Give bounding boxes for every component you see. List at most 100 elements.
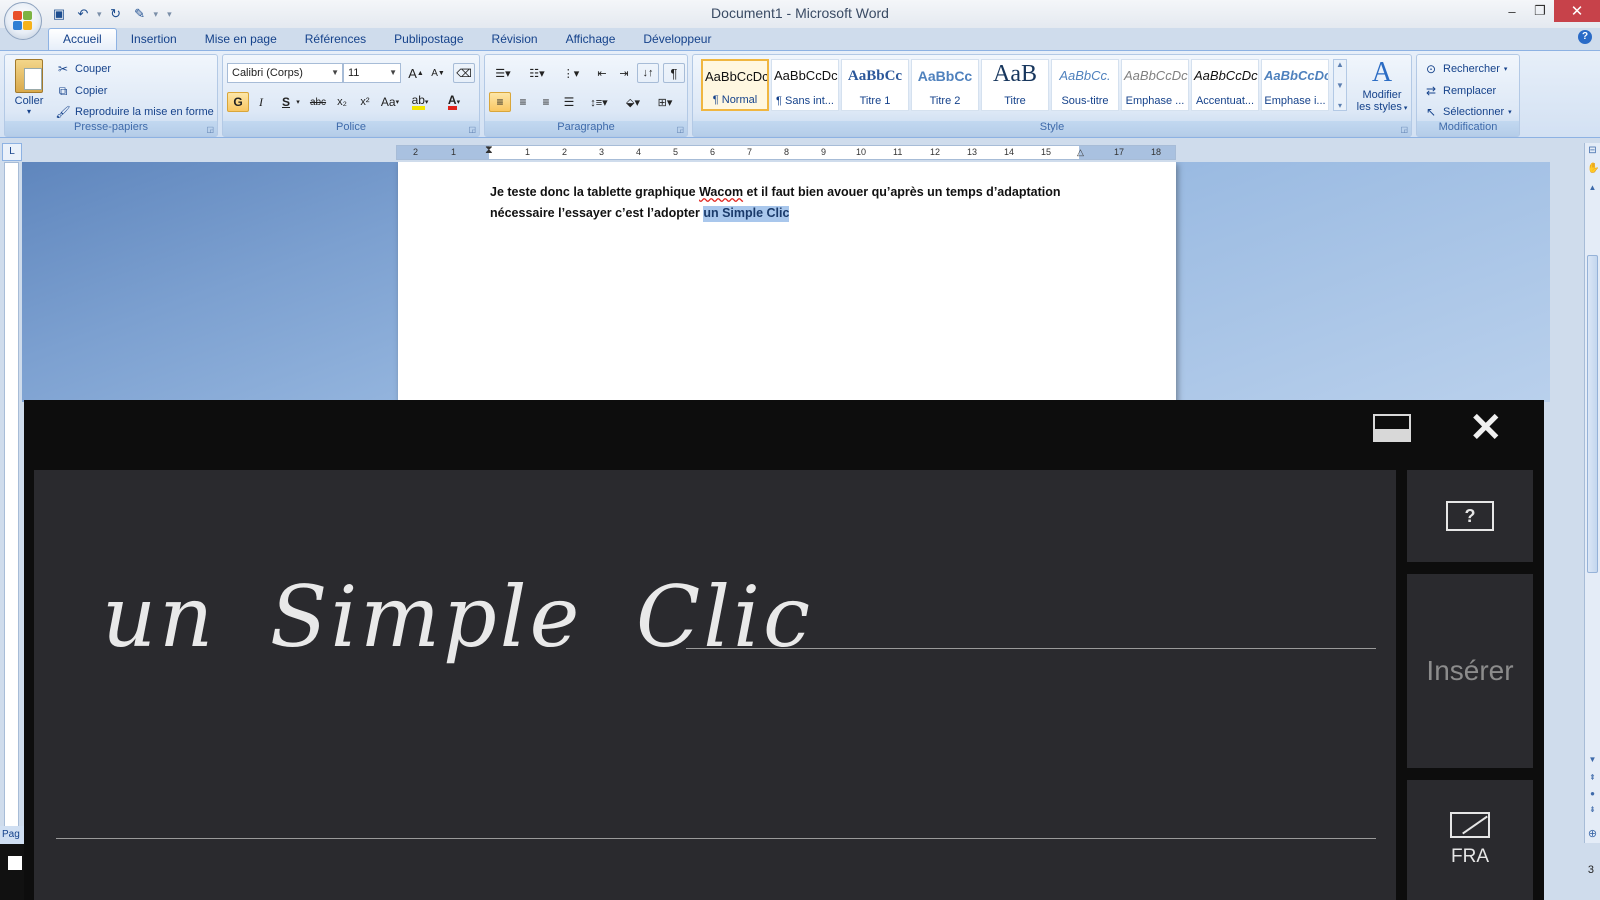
borders-icon[interactable]: ⊞▾ bbox=[651, 92, 679, 112]
scrollbar-thumb[interactable] bbox=[1587, 255, 1598, 573]
zoom-in-icon[interactable]: ⊕ bbox=[1587, 827, 1598, 840]
ruler-tick: 8 bbox=[784, 147, 790, 157]
numbering-icon[interactable]: ☷▾ bbox=[523, 63, 551, 83]
tab-mise-en-page[interactable]: Mise en page bbox=[191, 29, 291, 50]
copy-button[interactable]: ⧉ Copier bbox=[55, 83, 108, 99]
replace-button[interactable]: ⇄ Remplacer bbox=[1423, 83, 1496, 99]
change-styles-button[interactable]: A Modifier les styles ▾ bbox=[1353, 57, 1411, 113]
font-color-button[interactable]: A ▾ bbox=[443, 92, 465, 112]
help-button[interactable]: ? bbox=[1407, 470, 1533, 562]
style-subtitle[interactable]: AaBbCc. Sous-titre bbox=[1051, 59, 1119, 111]
line-spacing-icon[interactable]: ↕≡▾ bbox=[585, 92, 613, 112]
align-left-icon[interactable]: ≡ bbox=[489, 92, 511, 112]
sort-icon[interactable]: ↓↑ bbox=[637, 63, 659, 83]
paste-button[interactable]: Coller ▾ bbox=[9, 57, 49, 116]
close-icon[interactable]: ✕ bbox=[1469, 408, 1503, 448]
align-right-icon[interactable]: ≡ bbox=[535, 92, 557, 112]
align-center-icon[interactable]: ≡ bbox=[512, 92, 534, 112]
selected-text[interactable]: un Simple Clic bbox=[703, 206, 790, 222]
cut-button[interactable]: ✂ Couper bbox=[55, 61, 111, 77]
show-formatting-icon[interactable]: ¶ bbox=[663, 63, 685, 83]
insert-button[interactable]: Insérer bbox=[1407, 574, 1533, 768]
strikethrough-button[interactable]: abc bbox=[307, 92, 329, 112]
ruler-tick: 7 bbox=[747, 147, 753, 157]
style-no-spacing[interactable]: AaBbCcDc ¶ Sans int... bbox=[771, 59, 839, 111]
bold-button[interactable]: G bbox=[227, 92, 249, 112]
dialog-launcher-icon[interactable]: ◲ bbox=[676, 125, 684, 134]
help-icon[interactable]: ? bbox=[1578, 30, 1592, 44]
style-subtle-emphasis[interactable]: AaBbCcDc Emphase ... bbox=[1121, 59, 1189, 111]
writing-area[interactable]: un Simple Clic bbox=[34, 470, 1396, 900]
style-emphasis[interactable]: AaBbCcDc Accentuat... bbox=[1191, 59, 1259, 111]
style-heading-1[interactable]: AaBbCc Titre 1 bbox=[841, 59, 909, 111]
style-intense-emphasis[interactable]: AaBbCcDc Emphase i... bbox=[1261, 59, 1329, 111]
clear-format-button[interactable]: ⌫ bbox=[453, 63, 475, 83]
taskbar bbox=[0, 844, 24, 900]
select-button[interactable]: ↖ Sélectionner ▾ bbox=[1423, 104, 1512, 120]
paste-icon bbox=[15, 59, 43, 93]
increase-indent-icon[interactable]: ⇥ bbox=[613, 63, 635, 83]
dock-panel-icon[interactable] bbox=[1373, 414, 1411, 442]
tab-revision[interactable]: Révision bbox=[478, 29, 552, 50]
tab-insertion[interactable]: Insertion bbox=[117, 29, 191, 50]
close-window-button[interactable]: ✕ bbox=[1554, 0, 1600, 22]
tab-developpeur[interactable]: Développeur bbox=[629, 29, 725, 50]
tab-references[interactable]: Références bbox=[291, 29, 380, 50]
previous-page-icon[interactable]: ⇞ bbox=[1587, 773, 1598, 782]
scroll-down-icon[interactable]: ▼ bbox=[1587, 755, 1598, 764]
minimize-button[interactable]: – bbox=[1498, 0, 1526, 22]
grow-font-button[interactable]: A ▲ bbox=[405, 63, 427, 83]
format-painter-button[interactable]: 🖌 Reproduire la mise en forme bbox=[55, 104, 213, 120]
horizontal-ruler[interactable]: 2 1 ⧗ 1 2 3 4 5 6 7 8 9 10 11 12 13 14 1… bbox=[396, 144, 1176, 160]
bullets-icon[interactable]: ☰▾ bbox=[489, 63, 517, 83]
style-normal[interactable]: AaBbCcDc ¶ Normal bbox=[701, 59, 769, 111]
document-page[interactable]: Je teste donc la tablette graphique Waco… bbox=[398, 162, 1176, 402]
tab-affichage[interactable]: Affichage bbox=[552, 29, 630, 50]
decrease-indent-icon[interactable]: ⇤ bbox=[591, 63, 613, 83]
tab-publipostage[interactable]: Publipostage bbox=[380, 29, 477, 50]
superscript-button[interactable]: x² bbox=[354, 92, 376, 112]
tab-selector-button[interactable]: L bbox=[2, 143, 22, 161]
language-button[interactable]: FRA bbox=[1407, 780, 1533, 900]
writing-guideline bbox=[56, 838, 1376, 839]
pan-icon[interactable]: ✋ bbox=[1587, 163, 1599, 174]
underline-dropdown-icon[interactable]: ▾ bbox=[293, 92, 303, 112]
subscript-button[interactable]: x₂ bbox=[331, 92, 353, 112]
restore-button[interactable]: ❐ bbox=[1526, 0, 1554, 22]
dialog-launcher-icon[interactable]: ◲ bbox=[206, 125, 214, 134]
dialog-launcher-icon[interactable]: ◲ bbox=[1400, 125, 1408, 134]
shrink-font-button[interactable]: A ▼ bbox=[427, 63, 449, 83]
font-color-icon: A bbox=[447, 94, 457, 110]
styles-gallery-scroll[interactable]: ▲ ▼ ▾ bbox=[1333, 59, 1347, 111]
style-heading-2[interactable]: AaBbCc Titre 2 bbox=[911, 59, 979, 111]
justify-icon[interactable]: ☰ bbox=[558, 92, 580, 112]
indent-marker-icon[interactable]: ⧗ bbox=[485, 144, 493, 157]
document-body-text[interactable]: Je teste donc la tablette graphique Waco… bbox=[490, 182, 1090, 224]
change-case-button[interactable]: Aa ▾ bbox=[379, 92, 401, 112]
dialog-launcher-icon[interactable]: ◲ bbox=[468, 125, 476, 134]
highlight-button[interactable]: ab ▾ bbox=[409, 92, 431, 112]
italic-button[interactable]: I bbox=[250, 92, 272, 112]
tab-accueil[interactable]: Accueil bbox=[48, 28, 117, 50]
browse-object-icon[interactable]: ● bbox=[1587, 789, 1598, 798]
font-size-combo[interactable]: 11 ▼ bbox=[343, 63, 401, 83]
style-title[interactable]: AaB Titre bbox=[981, 59, 1049, 111]
spelling-error-word[interactable]: Wacom bbox=[699, 185, 743, 199]
scroll-up-icon[interactable]: ▲ bbox=[1587, 183, 1598, 192]
start-icon[interactable] bbox=[8, 856, 22, 870]
vertical-ruler[interactable] bbox=[4, 162, 19, 827]
next-page-icon[interactable]: ⇟ bbox=[1587, 805, 1598, 814]
right-indent-marker-icon[interactable]: △ bbox=[1077, 147, 1084, 158]
font-name-combo[interactable]: Calibri (Corps) ▼ bbox=[227, 63, 343, 83]
vertical-scrollbar[interactable]: ⊟ ✋ ▲ ▼ ⇞ ● ⇟ ⊕ bbox=[1584, 143, 1600, 843]
chevron-down-icon[interactable]: ▼ bbox=[1336, 81, 1344, 90]
multilevel-list-icon[interactable]: ⋮▾ bbox=[557, 63, 585, 83]
find-button[interactable]: ⊙ Rechercher ▾ bbox=[1423, 61, 1507, 77]
chevron-up-icon[interactable]: ▲ bbox=[1336, 60, 1344, 69]
ruler-toggle-icon[interactable]: ⊟ bbox=[1587, 145, 1598, 156]
office-button[interactable] bbox=[4, 2, 42, 40]
more-icon[interactable]: ▾ bbox=[1338, 101, 1342, 110]
group-styles: AaBbCcDc ¶ Normal AaBbCcDc ¶ Sans int... A… bbox=[692, 54, 1412, 137]
shading-icon[interactable]: ⬙▾ bbox=[619, 92, 647, 112]
eraser-icon: ⌫ bbox=[456, 67, 472, 80]
